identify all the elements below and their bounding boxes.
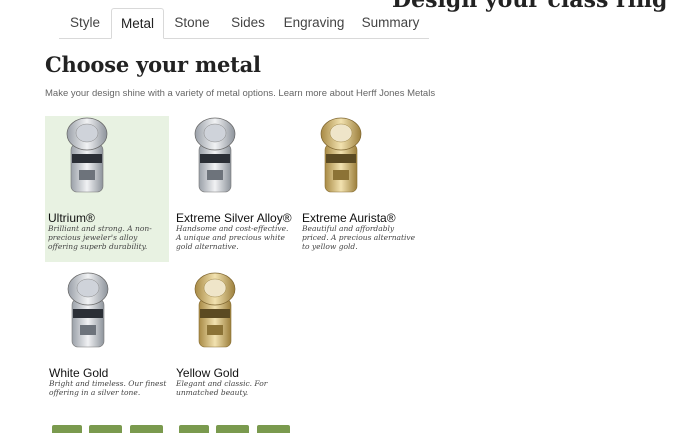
tab-label: Metal xyxy=(120,16,154,31)
metal-option-extreme-aurista[interactable]: Extreme Aurista® Beautiful and affordabl… xyxy=(299,116,423,262)
step-tabs: Style Metal Stone Sides Engraving Summar… xyxy=(59,8,429,39)
bottom-button[interactable] xyxy=(52,425,82,433)
tab-label: Summary xyxy=(361,15,420,30)
metal-option-yellow-gold[interactable]: Yellow Gold Elegant and classic. For unm… xyxy=(173,271,297,417)
metal-name: Extreme Aurista® xyxy=(302,211,396,225)
subtitle-text: Make your design shine with a variety of… xyxy=(45,88,276,99)
bottom-button[interactable] xyxy=(89,425,122,433)
tab-engraving[interactable]: Engraving xyxy=(276,8,352,38)
cropped-page-title: Design your class ring xyxy=(392,0,668,13)
tab-label: Style xyxy=(69,15,100,30)
tab-label: Stone xyxy=(174,15,210,30)
metal-option-extreme-silver-alloy[interactable]: Extreme Silver Alloy® Handsome and cost-… xyxy=(173,116,297,262)
tab-stone[interactable]: Stone xyxy=(164,8,220,38)
metal-description: Beautiful and affordably priced. A preci… xyxy=(302,224,416,251)
gold-ring-icon xyxy=(194,272,236,348)
metal-description: Bright and timeless. Our finest offering… xyxy=(49,379,167,397)
metal-description: Brilliant and strong. A non-precious jew… xyxy=(48,224,152,251)
bottom-button[interactable] xyxy=(216,425,249,433)
bottom-button[interactable] xyxy=(179,425,209,433)
metal-description: Elegant and classic. For unmatched beaut… xyxy=(176,379,268,397)
silver-ring-icon xyxy=(66,117,108,193)
gold-ring-icon xyxy=(320,117,362,193)
tab-sides[interactable]: Sides xyxy=(220,8,276,38)
bottom-button[interactable] xyxy=(130,425,163,433)
metal-option-white-gold[interactable]: White Gold Bright and timeless. Our fine… xyxy=(46,271,170,417)
page-subtitle: Make your design shine with a variety of… xyxy=(45,88,435,99)
tab-metal[interactable]: Metal xyxy=(111,8,164,39)
metal-name: White Gold xyxy=(49,366,109,380)
metal-name: Extreme Silver Alloy® xyxy=(176,211,292,225)
metal-name: Ultrium® xyxy=(48,211,95,225)
tab-style[interactable]: Style xyxy=(59,8,111,38)
tab-summary[interactable]: Summary xyxy=(352,8,429,38)
tab-label: Engraving xyxy=(283,15,345,30)
silver-ring-icon xyxy=(67,272,109,348)
learn-more-link[interactable]: Learn more about Herff Jones Metals xyxy=(278,88,435,99)
metal-name: Yellow Gold xyxy=(176,366,239,380)
tab-label: Sides xyxy=(231,15,265,30)
silver-ring-icon xyxy=(194,117,236,193)
page-title: Choose your metal xyxy=(45,52,261,77)
bottom-button[interactable] xyxy=(257,425,290,433)
metal-option-ultrium[interactable]: Ultrium® Brilliant and strong. A non-pre… xyxy=(45,116,169,262)
metal-description: Handsome and cost-effective. A unique an… xyxy=(176,224,289,251)
